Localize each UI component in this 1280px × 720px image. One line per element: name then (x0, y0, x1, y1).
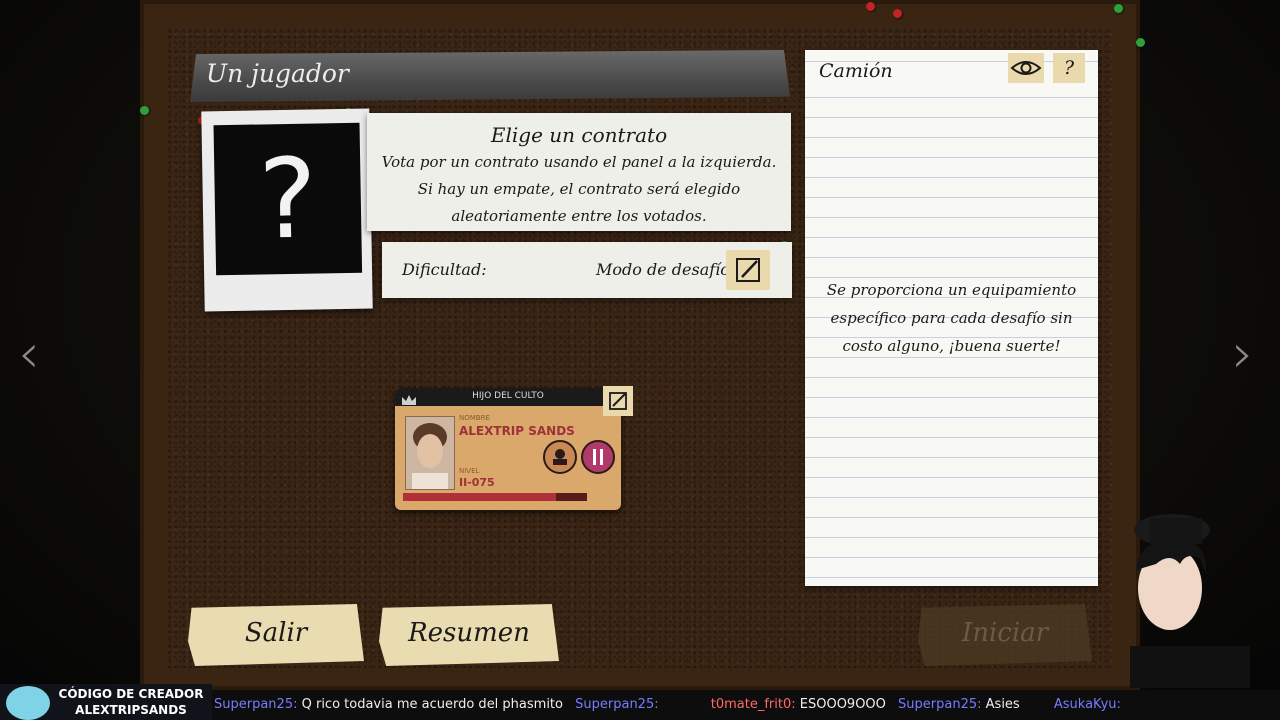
edit-icon (609, 392, 627, 410)
edit-icon (736, 258, 760, 282)
utensils-badge-icon (581, 440, 615, 474)
chat-user: Superpan25: (898, 697, 982, 712)
challenge-mode-label: Modo de desafío (596, 260, 730, 279)
start-button[interactable]: Iniciar (918, 604, 1092, 666)
pin (1114, 4, 1123, 13)
truck-description: Se proporciona un equipamiento específic… (825, 276, 1078, 360)
card-header: HIJO DEL CULTO (395, 388, 621, 406)
pin (140, 106, 149, 115)
truck-line: Se proporciona un equipamiento (826, 281, 1077, 299)
chat-user: Superpan25: (214, 697, 298, 712)
xp-bar (403, 493, 587, 501)
challenge-mode-edit-button[interactable] (726, 250, 770, 290)
player-name: ALEXTRIP SANDS (459, 424, 575, 438)
truck-notes-panel: Camión ? Se proporciona un equipamiento … (805, 50, 1098, 586)
header-tape: Un jugador (190, 50, 790, 102)
difficulty-note: Dificultad: Modo de desafío (382, 242, 792, 298)
chat-message: ESOOO9OOO (799, 697, 886, 712)
truck-line: costo alguno, ¡buena suerte! (842, 337, 1061, 355)
creator-code-panel: CÓDIGO DE CREADOR ALEXTRIPSANDS (0, 684, 212, 720)
creator-code-value: ALEXTRIPSANDS (75, 703, 187, 717)
truck-line: específico para cada desafío sin (830, 309, 1073, 327)
pin (866, 2, 875, 11)
summary-button-label: Resumen (408, 618, 530, 648)
player-level: II-075 (459, 476, 495, 489)
eye-icon (1010, 61, 1042, 75)
chat-ticker: Superpan25: Q rico todavia me acuerdo de… (214, 697, 1121, 717)
creator-code-label: CÓDIGO DE CREADOR (58, 687, 204, 701)
crown-icon (402, 395, 416, 405)
chevron-right-icon[interactable]: › (1232, 322, 1254, 385)
pin (893, 9, 902, 18)
card-edit-button[interactable] (603, 386, 633, 416)
start-button-label: Iniciar (961, 618, 1049, 648)
exit-button[interactable]: Salir (188, 604, 364, 666)
name-label: NOMBRE (459, 414, 490, 422)
truck-title: Camión (819, 60, 893, 82)
contract-line: Si hay un empate, el contrato será elegi… (417, 180, 741, 198)
contract-line: Vota por un contrato usando el panel a l… (381, 153, 777, 171)
player-id-card[interactable]: HIJO DEL CULTO NOMBRE ALEXTRIP SANDS NIV… (395, 388, 621, 510)
chat-message: Q rico todavia me acuerdo del phasmito (301, 697, 563, 712)
contract-title: Elige un contrato (490, 123, 668, 147)
player-role: HIJO DEL CULTO (472, 391, 544, 401)
xp-bar-fill (403, 493, 556, 501)
chat-user: t0mate_frit0: (710, 697, 796, 712)
cult-badge-icon (543, 440, 577, 474)
chat-user: AsukaKyu: (1053, 697, 1121, 712)
view-button[interactable] (1008, 53, 1044, 83)
question-mark-icon: ? (257, 134, 319, 264)
streamer-avatar (1100, 508, 1280, 688)
help-button[interactable]: ? (1053, 53, 1085, 83)
photo-frame: ? (213, 122, 363, 276)
summary-button[interactable]: Resumen (379, 604, 559, 666)
difficulty-label: Dificultad: (402, 260, 487, 279)
contract-note: Elige un contrato Vota por un contrato u… (367, 113, 791, 231)
chat-message: Asies (985, 697, 1020, 712)
level-label: NIVEL (459, 467, 480, 475)
chevron-left-icon[interactable]: ‹ (18, 322, 40, 385)
portrait-image (406, 417, 454, 489)
chat-user: Superpan25: (575, 697, 659, 712)
exit-button-label: Salir (244, 618, 308, 648)
player-portrait (405, 416, 455, 490)
contract-photo[interactable]: ? (201, 108, 373, 312)
contract-line: aleatoriamente entre los votados. (451, 207, 707, 225)
pin (1136, 38, 1145, 47)
vtuber-image (1130, 514, 1250, 688)
page-title: Un jugador (206, 59, 349, 88)
contract-description: Vota por un contrato usando el panel a l… (367, 149, 791, 230)
mascot-icon (6, 686, 50, 720)
